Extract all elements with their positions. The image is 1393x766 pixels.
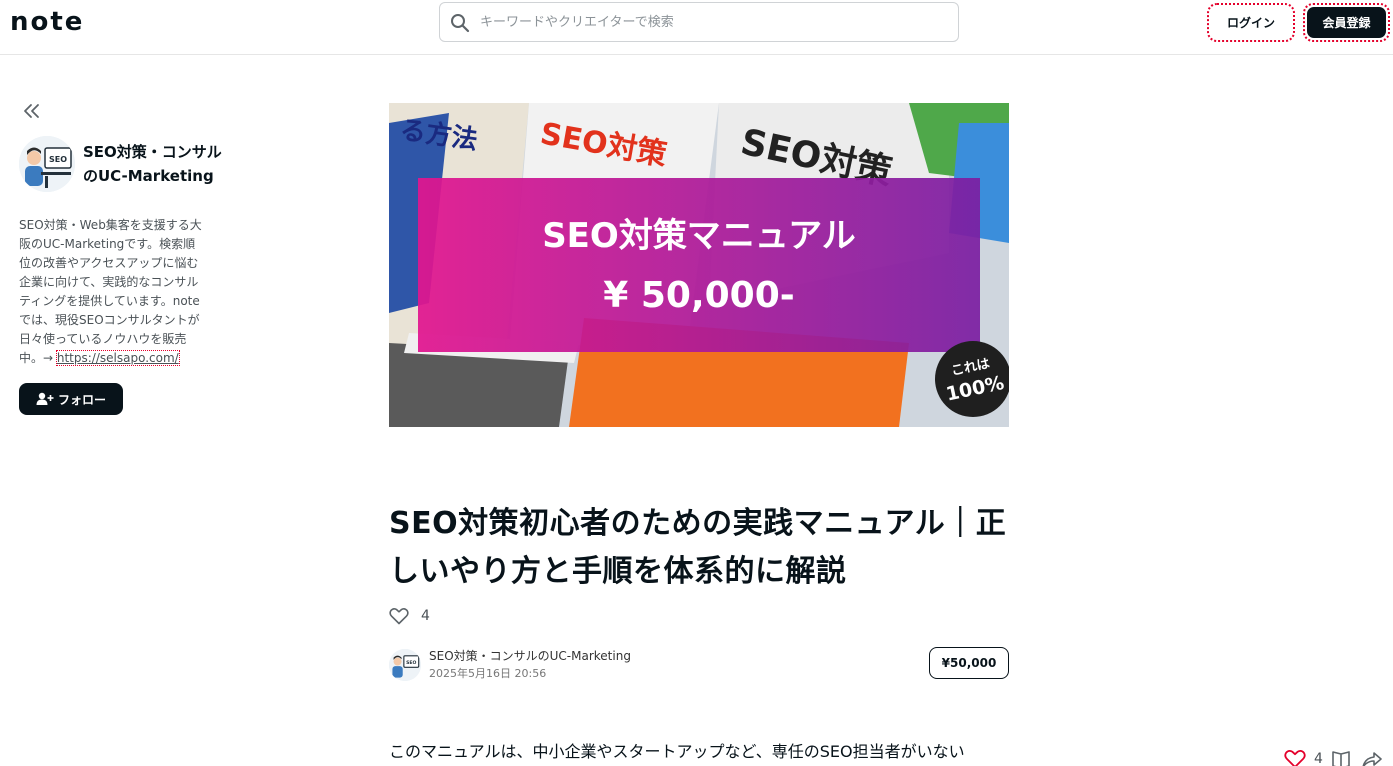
creator-bio-text: SEO対策・Web集客を支援する大阪のUC-Marketingです。検索順位の改…: [19, 218, 202, 365]
creator-bio: SEO対策・Web集客を支援する大阪のUC-Marketingです。検索順位の改…: [19, 216, 205, 368]
like-row: 4: [389, 606, 430, 626]
publish-date: 2025年5月16日 20:56: [429, 667, 547, 680]
signup-button[interactable]: 会員登録: [1303, 3, 1390, 42]
note-logo[interactable]: note: [10, 9, 110, 35]
article-body-first-line: このマニュアルは、中小企業やスタートアップなど、専任のSEO担当者がいない: [389, 742, 965, 761]
search-input[interactable]: [480, 3, 950, 41]
hero-heading: SEO対策マニュアル: [542, 216, 856, 256]
search-icon: [451, 14, 470, 33]
author-name[interactable]: SEO対策・コンサルのUC-Marketing: [429, 647, 631, 664]
creator-bio-link[interactable]: https://selsapo.com/: [55, 350, 180, 366]
site-header: note ログイン 会員登録: [0, 0, 1393, 55]
creator-avatar[interactable]: SEO: [19, 136, 75, 192]
svg-text:SEO: SEO: [49, 155, 67, 164]
floating-actions: 4: [1284, 747, 1383, 766]
like-count: 4: [421, 608, 430, 624]
hero-price: ¥ 50,000-: [603, 275, 794, 316]
price-badge[interactable]: ¥50,000: [929, 647, 1009, 679]
follow-label: フォロー: [57, 392, 106, 407]
share-icon[interactable]: [1361, 749, 1383, 766]
search-box[interactable]: [439, 2, 959, 42]
creator-name[interactable]: SEO対策・コンサルのUC-Marketing: [83, 140, 233, 188]
login-button[interactable]: ログイン: [1207, 3, 1295, 42]
floating-like-count: 4: [1314, 751, 1323, 766]
hero-illustration: SEO対策 SEO対策 る方法 SEO対策マニュアル ¥ 50,000- これは…: [389, 103, 1009, 427]
heart-icon[interactable]: [389, 607, 409, 625]
article-title: SEO対策初心者のための実践マニュアル｜正しいやり方と手順を体系的に解説: [389, 506, 1007, 589]
author-avatar-illustration: SEO: [389, 649, 421, 681]
signup-label: 会員登録: [1307, 7, 1386, 38]
follow-button[interactable]: フォロー: [19, 383, 123, 415]
user-plus-icon: [36, 392, 54, 405]
author-avatar[interactable]: SEO: [389, 649, 421, 681]
author-row: SEO SEO対策・コンサルのUC-Marketing 2025年5月16日 2…: [389, 647, 1009, 681]
magazine-add-icon[interactable]: [1331, 749, 1353, 766]
svg-text:note: note: [10, 9, 84, 35]
article-hero-image: SEO対策 SEO対策 る方法 SEO対策マニュアル ¥ 50,000- これは…: [389, 103, 1009, 427]
svg-text:SEO: SEO: [406, 660, 416, 666]
floating-heart-icon[interactable]: [1284, 749, 1306, 766]
creator-avatar-illustration: SEO: [19, 136, 75, 192]
collapse-sidebar-icon[interactable]: [22, 102, 42, 120]
